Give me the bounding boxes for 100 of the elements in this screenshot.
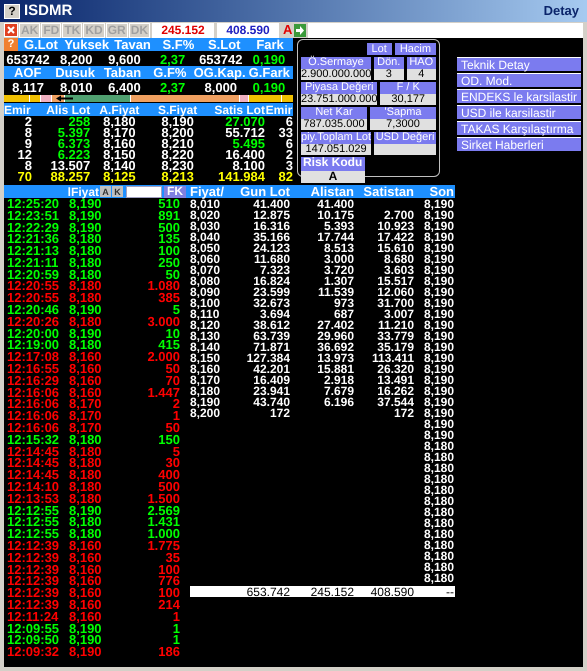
trade-lot: 100	[157, 245, 180, 258]
trade-lot: 10	[166, 328, 180, 340]
trade-price: 8,170	[69, 398, 103, 410]
trade-time: 12:13:53	[7, 492, 60, 505]
column-header: lFiyat	[68, 186, 99, 198]
column-header: Gun Lot	[239, 186, 290, 198]
trade-lot: 100	[157, 587, 180, 600]
filter-field[interactable]	[126, 186, 162, 198]
field-label: piy.Toplam Lot	[301, 132, 372, 144]
trade-time: 12:11:24	[7, 610, 60, 623]
toggle-button[interactable]: Lot	[366, 43, 392, 55]
trade-price: 8,170	[69, 422, 103, 434]
table-cell: 8,210	[161, 138, 194, 150]
input-field[interactable]	[308, 22, 583, 38]
filter-button[interactable]: FK	[164, 186, 186, 198]
menu-item[interactable]: OD. Mod.	[457, 73, 582, 87]
table-cell: 16.400	[225, 148, 265, 160]
menu-item[interactable]: USD ile karsilastir	[457, 105, 582, 119]
column-header: G.Fark	[248, 66, 291, 79]
column-header: Emir	[265, 104, 293, 116]
column-header: G.F%	[152, 66, 188, 79]
table-cell: 6.196	[324, 394, 354, 408]
trade-price: 8,190	[69, 304, 103, 316]
field-label: Net Kar	[301, 107, 367, 119]
table-cell: 23.941	[253, 384, 290, 398]
column-header: Tavan	[113, 38, 152, 51]
table-cell: 3	[286, 160, 293, 172]
trade-lot: 30	[166, 457, 180, 470]
table-cell: 3.603	[384, 262, 414, 276]
toggle-button[interactable]: Hacim	[394, 43, 436, 55]
table-cell: 8.513	[324, 240, 354, 254]
window-title: ISDMR	[24, 3, 72, 19]
help-button[interactable]: ?	[4, 4, 20, 18]
trade-lot: 400	[157, 469, 180, 482]
table-cell: 172	[270, 406, 290, 420]
summary-value: 653742	[6, 52, 50, 66]
field-value: A	[301, 171, 365, 183]
trade-price: 8,180	[69, 434, 103, 446]
trade-time: 12:20:00	[7, 328, 60, 340]
table-cell: 15.517	[377, 274, 414, 288]
table-cell: 8,150	[103, 148, 136, 160]
field-value: 2.900.000.000	[301, 69, 371, 80]
sort-button[interactable]: K	[112, 186, 123, 197]
trade-time: 12:12:55	[7, 528, 60, 540]
field-value: 787.035.000	[301, 119, 367, 130]
summary-value: 8,010	[60, 80, 93, 94]
menu-item[interactable]: Teknik Detay	[457, 57, 582, 71]
sort-button[interactable]: A	[100, 186, 111, 197]
trade-lot: 776	[157, 575, 180, 588]
trade-price: 8,190	[69, 504, 103, 517]
trade-lot: 50	[166, 363, 180, 376]
column-header: Dusuk	[54, 66, 96, 79]
column-header: Fark	[255, 38, 285, 51]
trade-time: 12:14:45	[7, 469, 60, 482]
table-cell: 3.694	[260, 306, 290, 320]
trade-lot: 385	[158, 292, 180, 304]
column-header: Fiyat/	[190, 186, 225, 198]
field-value: 147.051.029	[301, 144, 372, 155]
table-cell: 8,190	[424, 196, 454, 210]
arrow-right-icon[interactable]	[294, 24, 306, 36]
table-cell: 17.744	[317, 230, 354, 244]
total-cell: 408.590	[370, 584, 414, 598]
table-cell: 27.402	[317, 318, 354, 332]
menu-item[interactable]: TAKAS Karşılaştırma	[457, 121, 582, 135]
table-cell: 11.680	[254, 252, 290, 266]
table-cell: 3.720	[324, 262, 354, 276]
trade-time: 12:12:39	[7, 540, 60, 552]
trade-lot: 2.000	[146, 351, 180, 364]
trade-price: 8,160	[69, 351, 103, 364]
table-cell: 11.210	[378, 318, 414, 332]
summary-value: 9,600	[108, 52, 141, 66]
trade-lot: 1.000	[146, 528, 180, 540]
menu-item[interactable]: ENDEKS le karsilastir	[457, 89, 582, 103]
close-button[interactable]	[4, 23, 18, 37]
trade-time: 12:14:10	[7, 481, 60, 494]
trade-lot: 35	[166, 552, 180, 564]
table-cell: 8,170	[103, 126, 136, 138]
table-cell: 11.539	[318, 284, 354, 298]
menu-item[interactable]: Sirket Haberleri	[457, 137, 582, 151]
table-cell: 10.175	[317, 208, 354, 222]
trade-time: 12:12:55	[7, 516, 60, 528]
trade-time: 12:20:59	[7, 268, 60, 281]
trade-time: 12:21:36	[7, 233, 60, 246]
trade-lot: 214	[157, 599, 180, 611]
trade-price: 8,160	[69, 363, 103, 376]
trade-time: 12:25:20	[7, 198, 60, 210]
table-cell: 24.123	[253, 240, 290, 254]
help-button[interactable]: ?	[4, 38, 18, 51]
column-header: S.F%	[162, 38, 196, 51]
table-cell: 23.599	[253, 284, 290, 298]
table-cell: 16.824	[253, 274, 290, 288]
table-cell: 8.680	[384, 252, 414, 266]
field-value: 23.751.000.000	[301, 94, 378, 105]
field-label: Risk Kodu	[301, 157, 365, 171]
trade-price: 8,170	[69, 410, 103, 422]
table-cell: 8,190	[161, 116, 194, 128]
trade-time: 12:20:55	[7, 292, 60, 304]
column-header: Taban	[102, 66, 142, 79]
trade-price: 8,180	[69, 469, 103, 482]
trade-lot: 891	[157, 210, 180, 222]
